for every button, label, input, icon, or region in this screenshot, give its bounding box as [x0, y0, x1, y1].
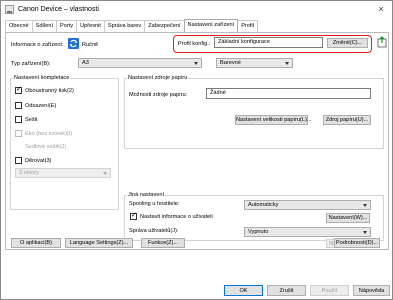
profile-label: Profil konfig.:	[178, 41, 211, 47]
help-button[interactable]: Nápověda	[353, 285, 390, 296]
duplex-checkbox[interactable]	[15, 85, 22, 94]
tab-color-management[interactable]: Správa barev	[103, 20, 146, 32]
ok-button[interactable]: OK	[224, 285, 263, 296]
spooling-label: Spooling u hostitele:	[129, 201, 180, 207]
window-title: Canon Device – vlastnosti	[18, 6, 99, 13]
printer-icon	[5, 5, 14, 14]
paper-size-settings-button[interactable]: Nastavení velikosti papíru(L)...	[235, 115, 312, 125]
color-mode-select[interactable]: Barevné	[216, 58, 293, 68]
saddle-stitch-label: Sedlové sešití(J)	[25, 144, 67, 150]
properties-window: Canon Device – vlastnosti × Obecné Sdíle…	[0, 0, 393, 300]
function-button[interactable]: Funkce(Z)...	[141, 238, 185, 248]
user-info-checkbox[interactable]	[130, 211, 137, 220]
staple-label: Sešit	[25, 117, 38, 123]
device-info-mode: Ručně	[82, 42, 99, 48]
tab-advanced[interactable]: Upřesnit	[76, 20, 105, 32]
paper-source-options-label: Možnosti zdroje papíru:	[129, 92, 188, 98]
offset-label: Odsazení(E)	[25, 103, 57, 109]
device-type-label: Typ zařízení(B):	[11, 61, 51, 67]
tab-sharing[interactable]: Sdílení	[31, 20, 58, 32]
title-bar: Canon Device – vlastnosti ×	[1, 1, 392, 19]
user-info-settings-button[interactable]: Nastavení(W)...	[326, 213, 370, 223]
paper-source-button[interactable]: Zdroj papíru(U)...	[323, 115, 371, 125]
device-info-label: Informace o zařízení:	[11, 42, 64, 48]
tab-profile[interactable]: Profil	[237, 20, 258, 32]
apply-button[interactable]: Použít	[310, 285, 349, 296]
offset-checkbox[interactable]	[15, 102, 22, 109]
tab-device-settings[interactable]: Nastavení zařízení	[183, 19, 239, 32]
export-icon[interactable]	[377, 36, 387, 48]
finishing-title: Nastavení kompletace	[13, 75, 71, 81]
tab-general[interactable]: Obecné	[5, 20, 33, 32]
close-icon[interactable]: ×	[374, 3, 388, 16]
paper-source-options-field[interactable]: Žádné	[206, 88, 371, 99]
user-management-label: Správa uživatelů(J):	[129, 228, 179, 234]
tab-security[interactable]: Zabezpečení	[144, 20, 185, 32]
profile-field[interactable]: Základní konfigurace	[214, 37, 323, 48]
cancel-button[interactable]: Zrušit	[267, 285, 306, 296]
change-profile-button[interactable]: Změnit(C)...	[327, 38, 368, 48]
other-settings-title: Jiná nastavení	[127, 192, 166, 198]
punch-holes-select[interactable]: 2 otvory	[15, 168, 111, 178]
paper-size-select[interactable]: A3	[78, 58, 202, 68]
language-settings-button[interactable]: Language Settings(Z)...	[65, 238, 133, 248]
eco-staple-label: Eko (bez svorek)(I)	[25, 131, 73, 137]
tab-bar: Obecné Sdílení Porty Upřesnit Správa bar…	[5, 19, 258, 32]
paper-source-title: Nastavení zdroje papíru	[127, 75, 189, 81]
spooling-select[interactable]: Automaticky	[244, 200, 371, 210]
eco-staple-checkbox[interactable]	[15, 130, 22, 137]
punch-label: Děrovat(3)	[25, 158, 52, 164]
tab-ports[interactable]: Porty	[56, 20, 78, 32]
about-button[interactable]: O aplikaci(B)	[11, 238, 61, 248]
refresh-icon[interactable]	[68, 38, 79, 49]
device-settings-panel: Informace o zařízení: Ručně Profil konfi…	[5, 32, 389, 250]
punch-checkbox[interactable]	[15, 157, 22, 164]
duplex-label: Oboustranný tisk(2)	[25, 88, 74, 94]
details-button[interactable]: Podrobnosti(D)...	[334, 238, 380, 248]
user-info-label: Nastavit informace o uživateli	[140, 214, 213, 220]
staple-checkbox[interactable]	[15, 116, 22, 123]
user-management-select[interactable]: Vypnuto	[244, 227, 371, 237]
